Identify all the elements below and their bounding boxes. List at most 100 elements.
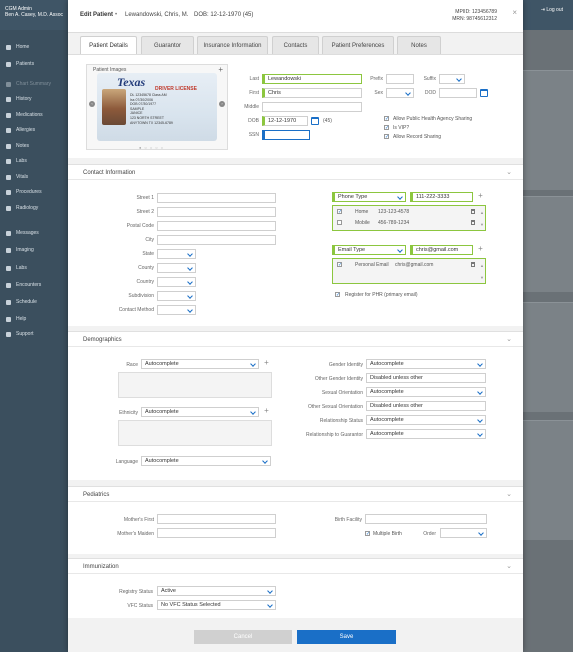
record-sharing-checkbox[interactable]: ✓ [384,134,389,140]
phone-home-checkbox[interactable]: ✓ [337,209,342,215]
chevron-down-icon[interactable]: ⌄ [506,335,512,343]
other-gender-identity-input[interactable]: Disabled unless other [366,373,486,383]
labs-icon [6,158,11,164]
postal-code-input[interactable] [157,221,276,231]
dod-input[interactable] [439,88,477,98]
sidebar-item[interactable]: Schedule [0,295,68,309]
sidebar-item[interactable]: Medications [0,108,68,122]
save-button[interactable]: Save [297,630,396,644]
trash-icon[interactable] [471,262,475,267]
phone-number-input[interactable]: 111-222-3333 [410,192,473,202]
sexual-orientation-select[interactable]: Autocomplete [366,387,486,397]
prefix-input[interactable] [386,74,414,84]
image-pager-dots[interactable]: ●○○○○ [139,145,166,150]
relationship-to-guarantor-select[interactable]: Autocomplete [366,429,486,439]
dob-input[interactable]: 12-12-1970 [262,116,308,126]
sidebar-item[interactable]: Radiology [0,201,68,215]
sidebar-item[interactable]: Procedures [0,185,68,199]
chevron-down-icon[interactable]: ⌄ [506,168,512,176]
registry-status-select[interactable]: Active [157,586,276,596]
tab-notes[interactable]: Notes [397,36,441,54]
first-name-input[interactable]: Chris [262,88,362,98]
register-phr-checkbox[interactable]: ✓ [335,292,340,298]
sidebar-item[interactable]: Notes [0,139,68,153]
sidebar-item[interactable]: Support [0,327,68,341]
vfc-status-select[interactable]: No VFC Status Selected [157,600,276,610]
app-sidebar: Home Patients Chart Summary History Medicati… [0,30,68,652]
is-vip-checkbox[interactable]: ✓ [384,125,389,131]
tab-patient-details[interactable]: Patient Details [80,36,137,55]
gender-identity-select[interactable]: Autocomplete [366,359,486,369]
language-select[interactable]: Autocomplete [141,456,271,466]
race-select[interactable]: Autocomplete [141,359,259,369]
chevron-down-icon[interactable]: ⌄ [506,562,512,570]
ethnicity-select[interactable]: Autocomplete [141,407,259,417]
list-scroll-arrows[interactable]: ▲ ▼ [480,260,484,284]
trash-icon[interactable] [471,220,475,225]
email-type-select[interactable]: Email Type [332,245,406,255]
street-2-input[interactable] [157,207,276,217]
add-race-icon[interactable]: + [262,359,271,368]
sidebar-item[interactable]: Labs [0,154,68,168]
add-ethnicity-icon[interactable]: + [262,407,271,416]
order-select[interactable] [440,528,487,538]
add-image-icon[interactable]: + [218,65,223,74]
suffix-select[interactable] [439,74,465,84]
tab-guarantor[interactable]: Guarantor [141,36,194,54]
birth-facility-input[interactable] [365,514,487,524]
sidebar-item[interactable]: Labs [0,261,68,275]
prev-image-icon[interactable]: ‹ [89,101,95,107]
multiple-birth-checkbox[interactable]: ✓ [365,531,370,537]
other-sexual-orientation-input[interactable]: Disabled unless other [366,401,486,411]
tab-insurance-information[interactable]: Insurance Information [197,36,268,54]
ssn-input[interactable] [262,130,310,140]
public-health-sharing-checkbox[interactable]: ✓ [384,116,389,122]
pediatrics-section-header[interactable]: Pediatrics ⌄ [68,486,523,502]
sidebar-item[interactable]: Allergies [0,123,68,137]
dob-calendar-icon[interactable] [311,117,319,125]
close-icon[interactable]: × [512,8,517,17]
immunization-section-header[interactable]: Immunization ⌄ [68,558,523,574]
sidebar-item[interactable]: Home [0,40,68,54]
medications-icon [6,112,11,118]
street-1-input[interactable] [157,193,276,203]
country-select[interactable] [157,277,196,287]
subdivision-select[interactable] [157,291,196,301]
state-select[interactable] [157,249,196,259]
contact-section-header[interactable]: Contact Information ⌄ [68,164,523,180]
city-input[interactable] [157,235,276,245]
logout-link[interactable]: ⇥ Log out [541,7,563,13]
trash-icon[interactable] [471,209,475,214]
email-checkbox[interactable]: ✓ [337,262,342,268]
county-select[interactable] [157,263,196,273]
next-image-icon[interactable]: › [219,101,225,107]
sidebar-item[interactable]: Imaging [0,243,68,257]
sidebar-item[interactable]: Help [0,312,68,326]
sidebar-item[interactable]: History [0,92,68,106]
email-input[interactable]: chris@gmail.com [410,245,473,255]
dod-calendar-icon[interactable] [480,89,488,97]
sidebar-item[interactable]: Messages [0,226,68,240]
list-scroll-arrows[interactable]: ▲ ▼ [480,207,484,231]
add-phone-icon[interactable]: + [476,192,485,201]
add-email-icon[interactable]: + [476,245,485,254]
sidebar-item[interactable]: Chart Summary [0,77,68,91]
demographics-section-header[interactable]: Demographics ⌄ [68,331,523,347]
tab-patient-preferences[interactable]: Patient Preferences [322,36,394,54]
sex-select[interactable] [386,88,414,98]
phone-type-select[interactable]: Phone Type [332,192,406,202]
tab-contacts[interactable]: Contacts [272,36,319,54]
cancel-button[interactable]: Cancel [194,630,292,644]
relationship-status-select[interactable]: Autocomplete [366,415,486,425]
sidebar-item[interactable]: Encounters [0,278,68,292]
sidebar-item-label: Vitals [16,174,29,180]
sidebar-item[interactable]: Patients [0,57,68,71]
last-name-input[interactable]: Lewandowski [262,74,362,84]
middle-name-input[interactable] [262,102,362,112]
phone-mobile-checkbox[interactable] [337,220,342,225]
mothers-first-input[interactable] [157,514,276,524]
contact-method-select[interactable] [157,305,196,315]
mothers-maiden-input[interactable] [157,528,276,538]
sidebar-item[interactable]: Vitals [0,170,68,184]
chevron-down-icon[interactable]: ⌄ [506,490,512,498]
